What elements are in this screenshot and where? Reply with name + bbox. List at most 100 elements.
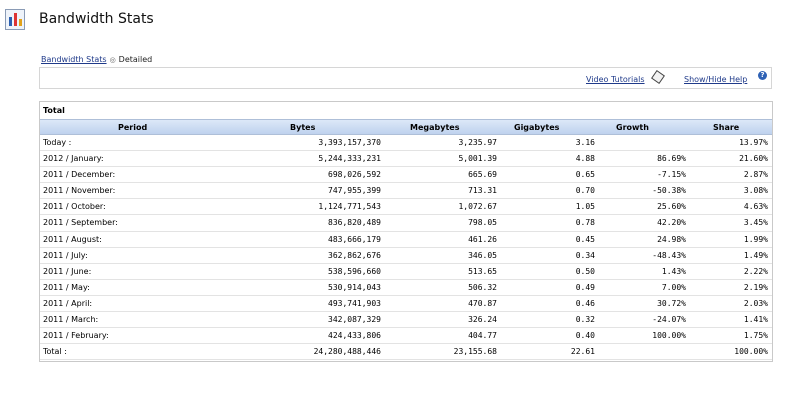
megabytes-cell: 461.26	[468, 234, 497, 244]
breadcrumb: Bandwidth Stats ◎ Detailed	[41, 55, 152, 64]
growth-cell: 30.72%	[657, 298, 686, 308]
growth-cell: 86.69%	[657, 154, 686, 164]
gigabytes-cell: 3.16	[575, 138, 595, 147]
video-tutorials-link[interactable]: Video Tutorials	[586, 75, 645, 84]
header-gigabytes: Gigabytes	[514, 123, 560, 132]
bandwidth-table: Total Period Bytes Megabytes Gigabytes G…	[39, 101, 773, 362]
megabytes-cell: 1,072.67	[458, 202, 497, 212]
gigabytes-cell: 0.45	[575, 234, 595, 244]
share-cell: 2.87%	[743, 170, 768, 180]
share-cell: 1.49%	[743, 250, 768, 260]
share-cell: 21.60%	[739, 154, 768, 164]
megabytes-cell: 506.32	[468, 282, 497, 292]
breadcrumb-current: Detailed	[118, 55, 153, 64]
table-row: 2011 / October: 1,124,771,543 1,072.67 1.05…	[40, 199, 772, 216]
bytes-cell: 483,666,179	[328, 234, 381, 244]
bytes-cell: 342,087,329	[328, 315, 381, 325]
growth-cell: 25.60%	[657, 202, 686, 212]
header-period: Period	[118, 123, 148, 132]
table-row: 2011 / July: 362,862,676 346.05 0.34 -48.43%…	[40, 248, 772, 264]
gigabytes-cell: 0.50	[575, 266, 595, 276]
period-cell: Today :	[43, 138, 72, 147]
gigabytes-cell: 0.34	[575, 250, 595, 260]
gigabytes-cell: 4.88	[575, 154, 595, 164]
table-row: 2012 / January: 5,244,333,231 5,001.39 4.88…	[40, 151, 772, 168]
table-row: 2011 / March: 342,087,329 326.24 0.32 -24.07…	[40, 312, 772, 329]
megabytes-cell: 665.69	[468, 170, 497, 180]
bytes-cell: 362,862,676	[328, 250, 381, 260]
period-cell: 2011 / May:	[43, 282, 90, 292]
gigabytes-cell: 0.49	[575, 282, 595, 292]
header-bytes: Bytes	[290, 123, 316, 132]
table-row: 2011 / May: 530,914,043 506.32 0.49 7.00% 2.1…	[40, 280, 772, 296]
table-row: 2011 / February: 424,433,806 404.77 0.40 100…	[40, 328, 772, 345]
growth-cell: 1.43%	[661, 266, 686, 276]
bytes-cell: 747,955,399	[328, 186, 381, 196]
breadcrumb-separator-icon: ◎	[109, 56, 116, 64]
growth-cell: -7.15%	[657, 170, 686, 180]
table-body: Today : 3,393,157,370 3,235.97 3.16 13.97% 20…	[40, 135, 772, 361]
share-cell: 13.97%	[739, 138, 768, 147]
gigabytes-cell: 0.65	[575, 170, 595, 180]
table-row: 2011 / April: 493,741,903 470.87 0.46 30.72%…	[40, 296, 772, 313]
megabytes-cell: 513.65	[468, 266, 497, 276]
header-share: Share	[713, 123, 740, 132]
bytes-cell: 530,914,043	[328, 282, 381, 292]
period-cell: 2011 / August:	[43, 234, 102, 244]
share-cell: 3.08%	[743, 186, 768, 196]
table-row: 2011 / November: 747,955,399 713.31 0.70 -50…	[40, 183, 772, 200]
help-icon[interactable]: ?	[758, 71, 767, 80]
show-hide-help-link[interactable]: Show/Hide Help	[684, 75, 747, 84]
bytes-cell: 24,280,488,446	[313, 347, 381, 357]
bytes-cell: 698,026,592	[328, 170, 381, 180]
toolbar: Video Tutorials Show/Hide Help ?	[39, 67, 772, 89]
megabytes-cell: 3,235.97	[458, 138, 497, 147]
gigabytes-cell: 0.32	[575, 315, 595, 325]
growth-cell: -48.43%	[652, 250, 686, 260]
megabytes-cell: 5,001.39	[458, 154, 497, 164]
period-cell: 2011 / September:	[43, 218, 118, 228]
period-cell: 2012 / January:	[43, 154, 104, 164]
megabytes-cell: 346.05	[468, 250, 497, 260]
period-cell: 2011 / March:	[43, 315, 99, 325]
page-title: Bandwidth Stats	[39, 11, 154, 27]
period-cell: 2011 / December:	[43, 170, 116, 180]
share-cell: 4.63%	[743, 202, 768, 212]
bytes-cell: 538,596,660	[328, 266, 381, 276]
table-header: Period Bytes Megabytes Gigabytes Growth …	[40, 119, 772, 135]
share-cell: 2.03%	[743, 298, 768, 308]
period-cell: Total :	[43, 347, 67, 357]
share-cell: 2.22%	[743, 266, 768, 276]
table-row: Today : 3,393,157,370 3,235.97 3.16 13.97%	[40, 135, 772, 152]
gigabytes-cell: 0.46	[575, 298, 595, 308]
share-cell: 3.45%	[743, 218, 768, 228]
bytes-cell: 424,433,806	[328, 331, 381, 341]
breadcrumb-link[interactable]: Bandwidth Stats	[41, 55, 107, 64]
growth-cell: 100.00%	[652, 331, 686, 341]
gigabytes-cell: 1.05	[575, 202, 595, 212]
share-cell: 1.99%	[743, 234, 768, 244]
growth-cell: 42.20%	[657, 218, 686, 228]
table-title: Total	[43, 106, 65, 115]
table-row: 2011 / August: 483,666,179 461.26 0.45 24.98…	[40, 232, 772, 248]
period-cell: 2011 / November:	[43, 186, 116, 196]
table-row: 2011 / September: 836,820,489 798.05 0.78 42…	[40, 215, 772, 232]
share-cell: 1.75%	[743, 331, 768, 341]
gigabytes-cell: 0.40	[575, 331, 595, 341]
growth-cell: 24.98%	[657, 234, 686, 244]
period-cell: 2011 / April:	[43, 298, 93, 308]
gigabytes-cell: 0.78	[575, 218, 595, 228]
period-cell: 2011 / June:	[43, 266, 92, 276]
table-row: 2011 / June: 538,596,660 513.65 0.50 1.43% 2.…	[40, 264, 772, 280]
bytes-cell: 1,124,771,543	[318, 202, 381, 212]
megabytes-cell: 713.31	[468, 186, 497, 196]
bytes-cell: 5,244,333,231	[318, 154, 381, 164]
share-cell: 100.00%	[734, 347, 768, 357]
megabytes-cell: 404.77	[468, 331, 497, 341]
header-megabytes: Megabytes	[410, 123, 460, 132]
share-cell: 2.19%	[743, 282, 768, 292]
megabytes-cell: 23,155.68	[453, 347, 497, 357]
period-cell: 2011 / July:	[43, 250, 88, 260]
table-row: 2011 / December: 698,026,592 665.69 0.65 -7.…	[40, 167, 772, 184]
period-cell: 2011 / February:	[43, 331, 109, 341]
